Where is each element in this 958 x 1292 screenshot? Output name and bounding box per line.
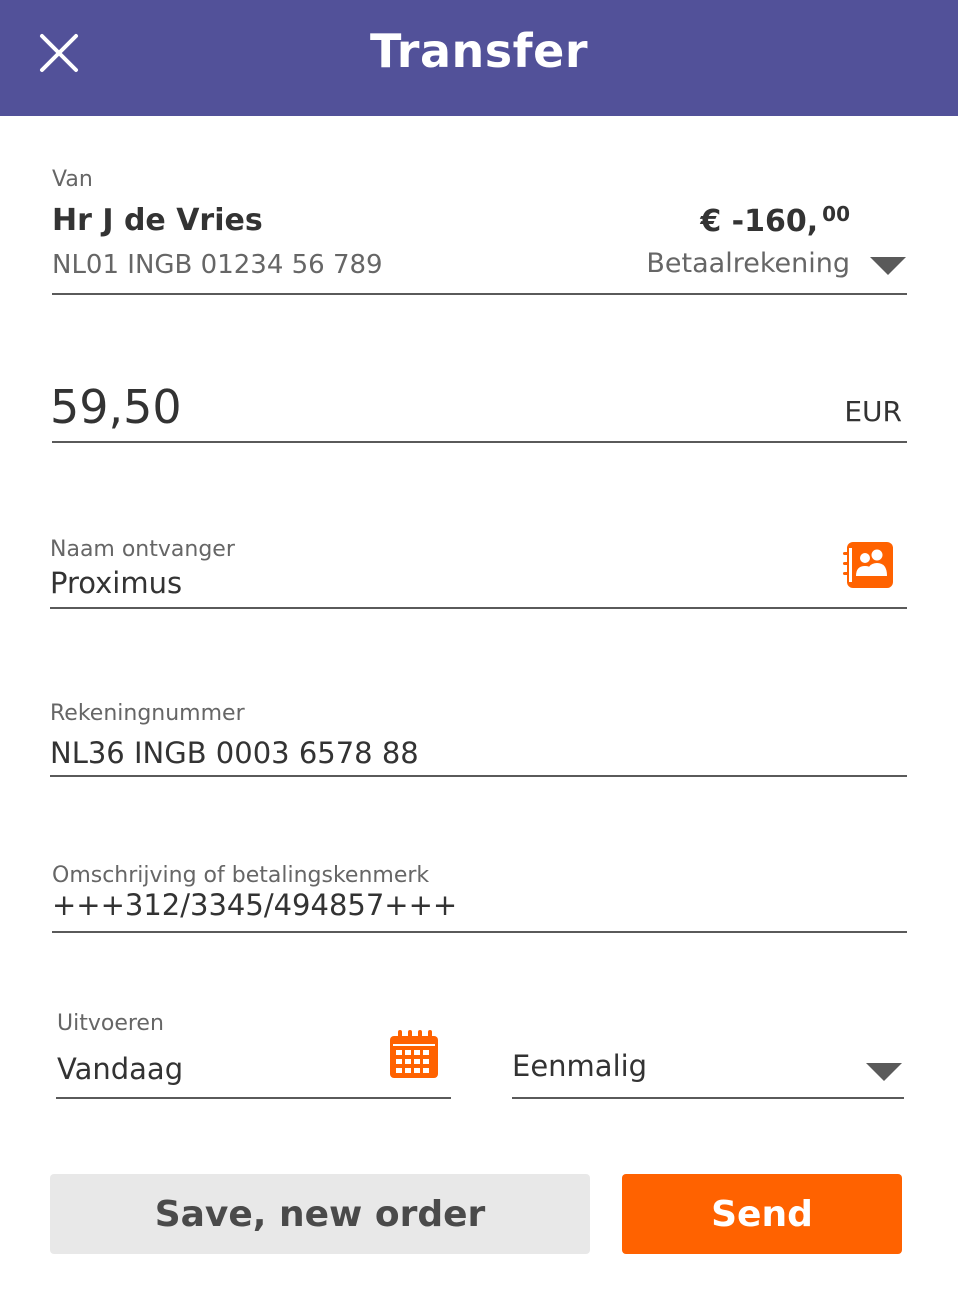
- from-account-type: Betaalrekening: [646, 248, 850, 279]
- calendar-icon[interactable]: [388, 1030, 440, 1080]
- contact-book-icon[interactable]: [843, 540, 893, 590]
- execute-label: Uitvoeren: [57, 1011, 164, 1036]
- frequency-value[interactable]: Eenmalig: [512, 1049, 647, 1083]
- app-header: Transfer: [0, 0, 958, 116]
- amount-currency: EUR: [844, 395, 902, 428]
- execute-date-input[interactable]: Vandaag: [57, 1052, 183, 1086]
- from-label: Van: [52, 167, 93, 192]
- from-divider: [52, 293, 907, 295]
- account-number-input[interactable]: NL36 INGB 0003 6578 88: [50, 736, 419, 770]
- description-label: Omschrijving of betalingskenmerk: [52, 863, 430, 888]
- description-underline: [52, 931, 907, 933]
- amount-input[interactable]: 59,50: [50, 380, 182, 434]
- send-button[interactable]: Send: [622, 1174, 902, 1254]
- page-title: Transfer: [369, 24, 589, 78]
- frequency-underline: [512, 1097, 904, 1099]
- balance-cents: 00: [822, 202, 850, 226]
- save-new-order-button[interactable]: Save, new order: [50, 1174, 590, 1254]
- recipient-label: Naam ontvanger: [50, 537, 235, 562]
- account-number-label: Rekeningnummer: [50, 701, 245, 726]
- execute-date-underline: [56, 1097, 451, 1099]
- from-account-holder: Hr J de Vries: [52, 203, 263, 238]
- from-account-balance: € -160, 00: [700, 202, 850, 239]
- recipient-underline: [50, 607, 907, 609]
- from-account-iban: NL01 INGB 01234 56 789: [52, 250, 383, 280]
- account-number-underline: [50, 775, 907, 777]
- balance-main: € -160,: [700, 204, 819, 239]
- chevron-down-icon[interactable]: [866, 1063, 902, 1081]
- description-input[interactable]: +++312/3345/494857+++: [52, 888, 457, 922]
- recipient-input[interactable]: Proximus: [50, 566, 182, 600]
- chevron-down-icon[interactable]: [870, 257, 906, 275]
- amount-underline: [52, 441, 907, 443]
